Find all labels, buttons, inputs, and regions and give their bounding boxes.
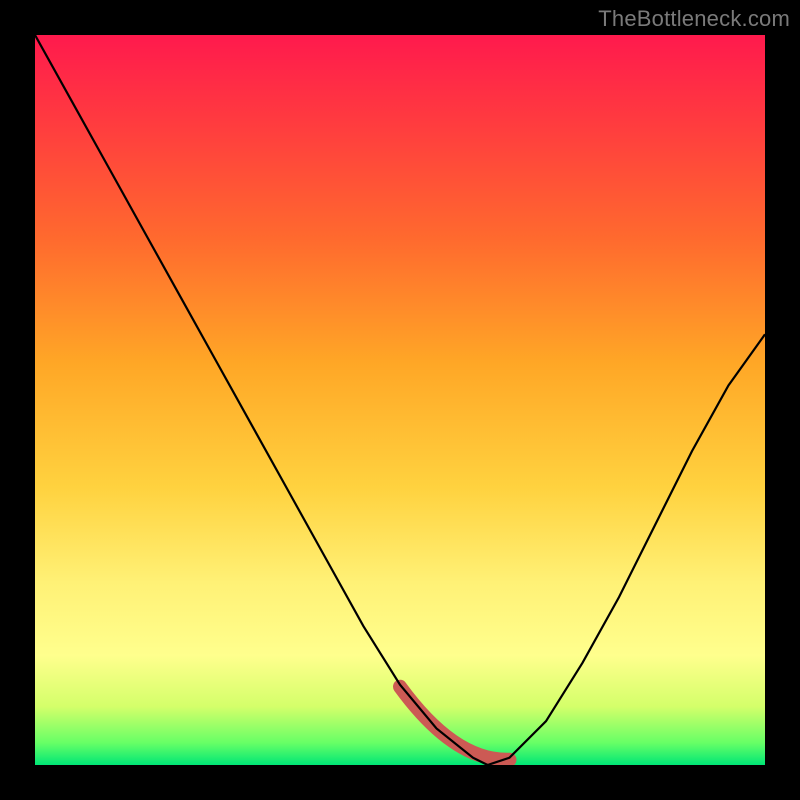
watermark-text: TheBottleneck.com — [598, 6, 790, 32]
optimal-range-band — [400, 687, 510, 760]
plot-area — [35, 35, 765, 765]
bottleneck-curve-svg — [35, 35, 765, 765]
chart-frame: TheBottleneck.com — [0, 0, 800, 800]
bottleneck-curve — [35, 35, 765, 765]
